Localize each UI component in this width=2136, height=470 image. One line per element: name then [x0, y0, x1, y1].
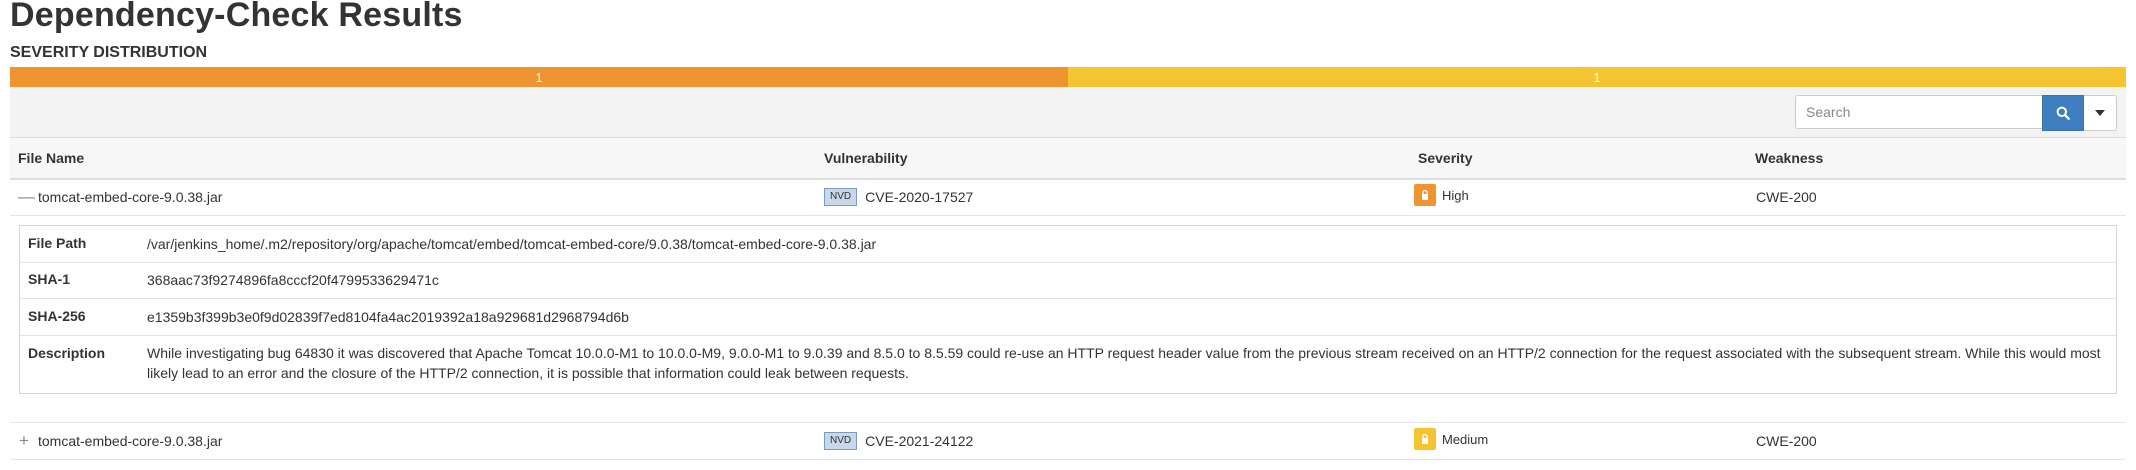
- search-input[interactable]: [1795, 95, 2042, 129]
- expand-toggle-icon[interactable]: +: [18, 431, 30, 451]
- search-button[interactable]: [2042, 95, 2084, 131]
- page-title: Dependency-Check Results: [10, 0, 463, 34]
- column-header-vulnerability[interactable]: Vulnerability: [824, 138, 908, 178]
- sha1-value: 368aac73f9274896fa8cccf20f4799533629471c: [147, 272, 439, 288]
- column-header-file-name[interactable]: File Name: [18, 138, 84, 178]
- detail-label: File Path: [28, 235, 87, 251]
- file-name: tomcat-embed-core-9.0.38.jar: [38, 189, 223, 205]
- vulnerability-id[interactable]: CVE-2020-17527: [865, 189, 973, 205]
- severity-high-icon: [1414, 184, 1436, 206]
- description-value: While investigating bug 64830 it was dis…: [147, 345, 2101, 381]
- search-options-dropdown[interactable]: [2084, 95, 2117, 131]
- severity-medium-icon: [1414, 428, 1436, 450]
- chevron-down-icon: [2095, 110, 2105, 116]
- details-panel: File Path /var/jenkins_home/.m2/reposito…: [19, 225, 2117, 394]
- detail-label: SHA-256: [28, 308, 86, 324]
- table-header: File Name Vulnerability Severity Weaknes…: [10, 138, 2126, 180]
- detail-row-sha256: SHA-256 e1359b3f399b3e0f9d02839f7ed8104f…: [20, 299, 2116, 336]
- detail-row-file-path: File Path /var/jenkins_home/.m2/reposito…: [20, 226, 2116, 263]
- table-toolbar: [10, 87, 2126, 138]
- severity-distribution-bar: 1 1: [10, 67, 2126, 87]
- detail-label: Description: [28, 345, 106, 361]
- column-header-weakness[interactable]: Weakness: [1755, 138, 1823, 178]
- severity-distribution-title: SEVERITY DISTRIBUTION: [10, 44, 208, 61]
- weakness-cell: CWE-200: [1756, 189, 1817, 205]
- collapse-toggle-icon[interactable]: —: [18, 187, 35, 207]
- file-path-value: /var/jenkins_home/.m2/repository/org/apa…: [147, 236, 877, 252]
- nvd-badge: NVD: [824, 432, 858, 450]
- severity-label: Medium: [1442, 431, 1489, 447]
- column-header-severity[interactable]: Severity: [1418, 138, 1472, 178]
- detail-row-description: Description While investigating bug 6483…: [20, 336, 2116, 392]
- search-icon: [2056, 106, 2070, 120]
- severity-label: High: [1442, 187, 1469, 203]
- sha256-value: e1359b3f399b3e0f9d02839f7ed8104fa4ac2019…: [147, 309, 629, 325]
- file-name: tomcat-embed-core-9.0.38.jar: [38, 433, 223, 449]
- nvd-badge: NVD: [824, 188, 858, 206]
- severity-segment-medium[interactable]: 1: [1068, 67, 2126, 87]
- page: Dependency-Check Results SEVERITY DISTRI…: [0, 0, 2136, 470]
- table-row[interactable]: + tomcat-embed-core-9.0.38.jar NVD CVE-2…: [10, 422, 2126, 460]
- detail-row-sha1: SHA-1 368aac73f9274896fa8cccf20f47995336…: [20, 262, 2116, 299]
- severity-segment-high-count: 1: [535, 69, 543, 85]
- table-row[interactable]: — tomcat-embed-core-9.0.38.jar NVD CVE-2…: [10, 179, 2126, 216]
- search-group: [1795, 95, 2117, 131]
- weakness-cell: CWE-200: [1756, 433, 1817, 449]
- severity-segment-medium-count: 1: [1593, 69, 1601, 85]
- detail-label: SHA-1: [28, 271, 71, 287]
- severity-segment-high[interactable]: 1: [10, 67, 1068, 87]
- vulnerability-id[interactable]: CVE-2021-24122: [865, 433, 973, 449]
